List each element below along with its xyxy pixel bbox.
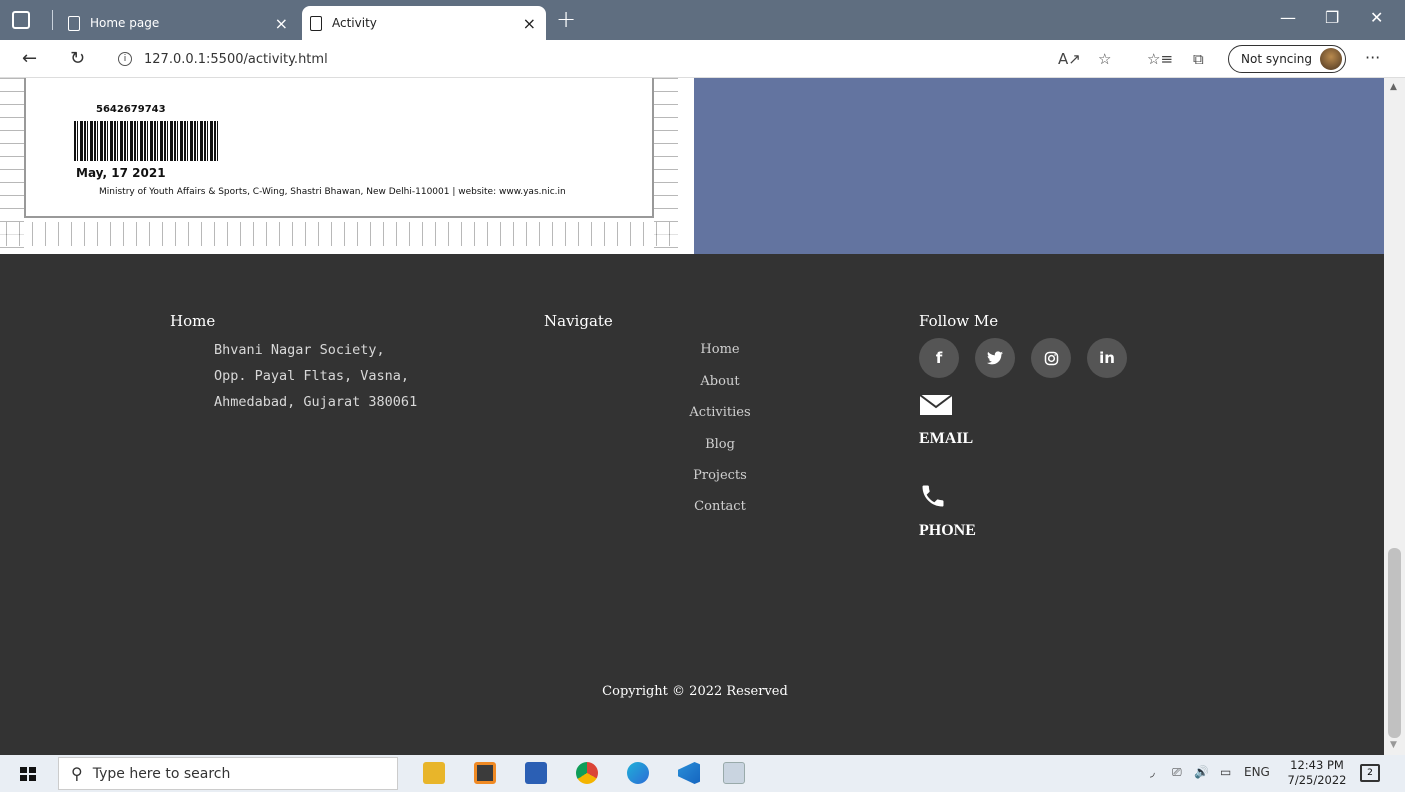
phone-icon[interactable]	[919, 482, 947, 510]
tab-label: Activity	[332, 16, 377, 30]
footer-link-activities[interactable]: Activities	[670, 405, 770, 420]
footer-link-contact[interactable]: Contact	[670, 499, 770, 514]
collections-icon[interactable]: ⧉	[1193, 50, 1204, 68]
barcode-number: 5642679743	[96, 104, 166, 115]
url-text: 127.0.0.1:5500/activity.html	[144, 51, 328, 67]
battery-icon[interactable]: ▭	[1220, 765, 1231, 779]
certificate-date: May, 17 2021	[76, 166, 166, 180]
certificate-ministry-text: Ministry of Youth Affairs & Sports, C-Wi…	[99, 187, 566, 197]
footer: Home Bhvani Nagar Society, Opp. Payal Fl…	[0, 254, 1384, 755]
barcode	[74, 121, 220, 161]
clock-time: 12:43 PM	[1290, 758, 1344, 772]
vertical-scrollbar[interactable]: ▲ ▼	[1384, 78, 1405, 755]
favorites-icon[interactable]: ☆≡	[1147, 50, 1173, 68]
restore-icon[interactable]: ❐	[1325, 8, 1339, 27]
page-icon	[310, 15, 322, 31]
edge-icon[interactable]	[627, 762, 649, 784]
sublime-text-icon[interactable]	[474, 762, 496, 784]
footer-link-projects[interactable]: Projects	[670, 468, 770, 483]
address-line: Opp. Payal Fltas, Vasna,	[214, 368, 410, 384]
linkedin-icon[interactable]: in	[1087, 338, 1127, 378]
search-icon: ⚲	[71, 764, 83, 783]
email-label: EMAIL	[919, 430, 974, 447]
address-line: Ahmedabad, Gujarat 380061	[214, 394, 418, 410]
copyright-text: Copyright © 2022 Reserved	[602, 684, 788, 699]
refresh-icon[interactable]: ↻	[70, 48, 85, 69]
favorite-add-icon[interactable]: ☆	[1098, 50, 1111, 68]
new-tab-button[interactable]: +	[556, 5, 576, 33]
twitter-icon[interactable]	[975, 338, 1015, 378]
scroll-up-icon[interactable]: ▲	[1390, 82, 1397, 92]
profile-sync-button[interactable]: Not syncing	[1228, 45, 1346, 73]
file-explorer-icon[interactable]	[423, 762, 445, 784]
email-icon[interactable]	[919, 394, 953, 416]
tab-actions-icon[interactable]	[12, 11, 30, 29]
instagram-icon[interactable]	[1031, 338, 1071, 378]
blue-panel	[694, 78, 1384, 254]
read-aloud-icon[interactable]: A↗	[1058, 50, 1081, 68]
certificate-image: 5642679743 May, 17 2021 Ministry of Yout…	[0, 78, 694, 254]
network-icon[interactable]: ◞	[1150, 765, 1155, 779]
footer-link-about[interactable]: About	[670, 374, 770, 389]
taskbar: ⚲ Type here to search ◞ ⎚ 🔊 ▭ ENG 12:43 …	[0, 755, 1405, 792]
search-placeholder: Type here to search	[92, 765, 231, 782]
address-bar: ← ↻ i 127.0.0.1:5500/activity.html A↗ ☆ …	[0, 40, 1405, 78]
tab-separator	[52, 10, 53, 30]
language-indicator[interactable]: ENG	[1244, 765, 1270, 779]
footer-navigate-title: Navigate	[544, 312, 613, 330]
clock[interactable]: 12:43 PM 7/25/2022	[1282, 758, 1352, 788]
word-icon[interactable]	[525, 762, 547, 784]
page-viewport: 5642679743 May, 17 2021 Ministry of Yout…	[0, 78, 1384, 755]
tab-home-page[interactable]: Home page ×	[60, 6, 298, 40]
footer-link-blog[interactable]: Blog	[670, 437, 770, 452]
phone-label: PHONE	[919, 522, 976, 539]
close-window-icon[interactable]: ✕	[1370, 8, 1383, 27]
tab-label: Home page	[90, 16, 160, 30]
footer-follow-title: Follow Me	[919, 312, 999, 330]
footer-home-title: Home	[170, 312, 216, 330]
close-tab-icon[interactable]: ×	[275, 14, 288, 33]
windows-start-icon[interactable]	[20, 767, 36, 781]
footer-link-home[interactable]: Home	[670, 342, 770, 357]
browser-tab-bar: Home page × Activity × + — ❐ ✕	[0, 0, 1405, 40]
close-tab-icon[interactable]: ×	[523, 14, 536, 33]
facebook-icon[interactable]: f	[919, 338, 959, 378]
more-menu-icon[interactable]: ···	[1365, 48, 1380, 67]
minimize-icon[interactable]: —	[1280, 8, 1296, 27]
tab-activity[interactable]: Activity ×	[302, 6, 546, 40]
info-icon[interactable]: i	[118, 52, 132, 66]
image-viewer-icon[interactable]	[723, 762, 745, 784]
vscode-icon[interactable]	[678, 762, 700, 784]
address-line: Bhvani Nagar Society,	[214, 342, 385, 358]
taskbar-search[interactable]: ⚲ Type here to search	[58, 757, 398, 790]
scroll-thumb[interactable]	[1388, 548, 1401, 738]
back-arrow-icon[interactable]: ←	[22, 48, 37, 69]
sync-label: Not syncing	[1241, 52, 1312, 66]
page-icon	[68, 15, 80, 31]
meet-icon[interactable]: ⎚	[1172, 765, 1182, 780]
notification-icon[interactable]: 2	[1360, 764, 1380, 782]
scroll-down-icon[interactable]: ▼	[1390, 740, 1397, 750]
avatar	[1320, 48, 1342, 70]
clock-date: 7/25/2022	[1287, 773, 1347, 787]
chrome-icon[interactable]	[576, 762, 598, 784]
certificate-border	[0, 222, 678, 246]
volume-icon[interactable]: 🔊	[1194, 765, 1209, 779]
url-field[interactable]: i 127.0.0.1:5500/activity.html	[110, 45, 1120, 73]
